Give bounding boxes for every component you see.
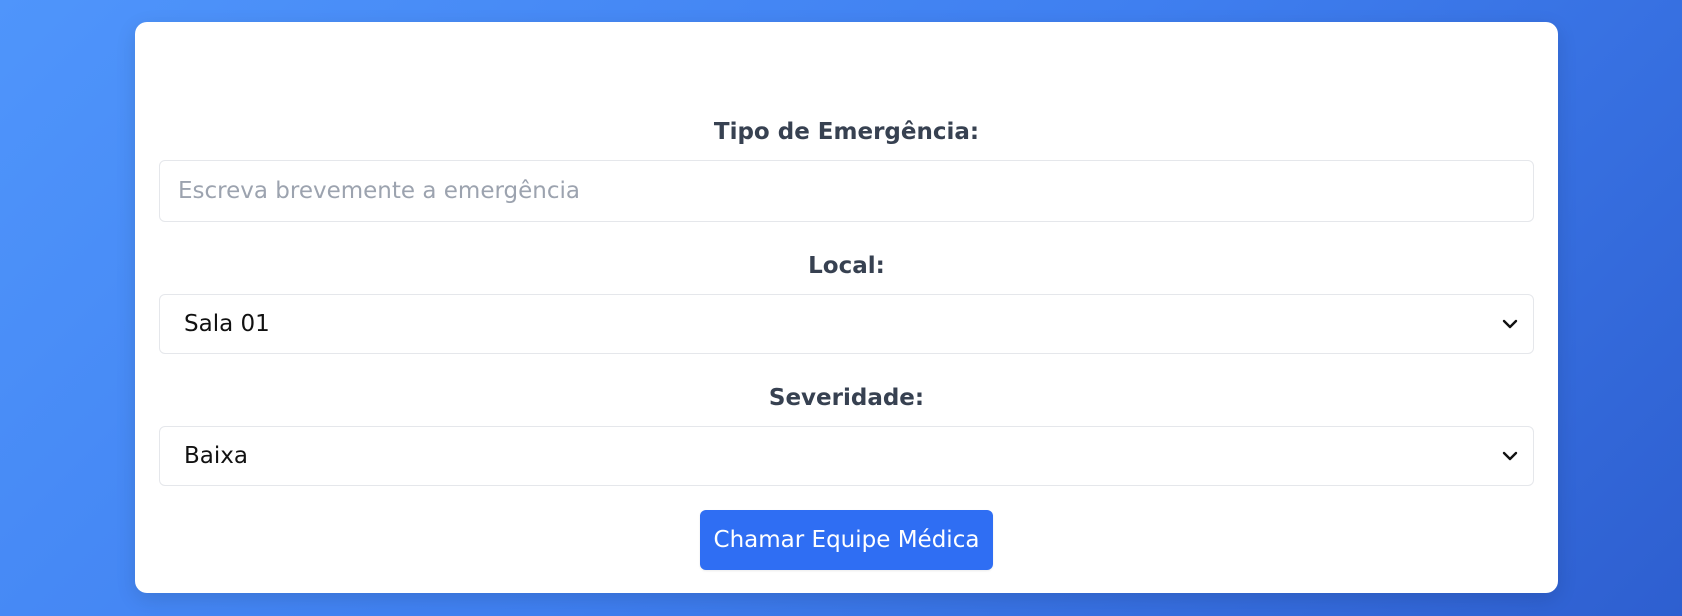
location-label: Local: — [808, 253, 885, 279]
emergency-form-card: Tipo de Emergência: Local: Sala 01 Sever… — [135, 22, 1558, 593]
chevron-down-icon — [1501, 315, 1519, 333]
severity-selected-value: Baixa — [184, 443, 248, 469]
emergency-type-label: Tipo de Emergência: — [713, 119, 980, 145]
location-select[interactable]: Sala 01 — [159, 294, 1534, 354]
chevron-down-icon — [1501, 447, 1519, 465]
severity-label: Severidade: — [768, 385, 925, 411]
emergency-type-input[interactable] — [159, 160, 1534, 222]
call-medical-team-button[interactable]: Chamar Equipe Médica — [700, 510, 993, 570]
severity-select[interactable]: Baixa — [159, 426, 1534, 486]
location-selected-value: Sala 01 — [184, 311, 270, 337]
